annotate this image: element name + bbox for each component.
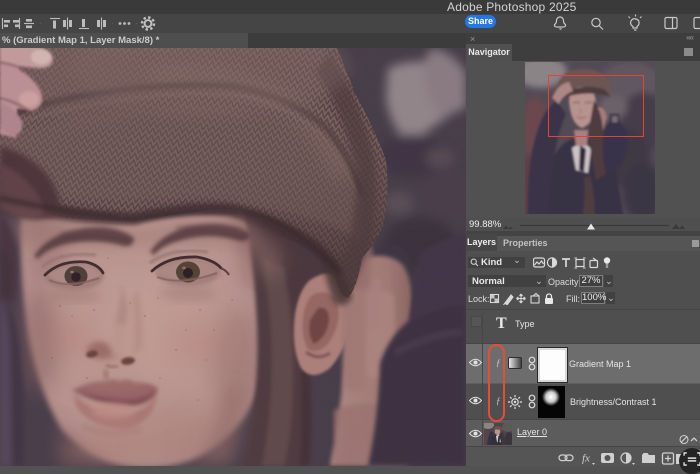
svg-text:fx: fx: [582, 453, 590, 465]
